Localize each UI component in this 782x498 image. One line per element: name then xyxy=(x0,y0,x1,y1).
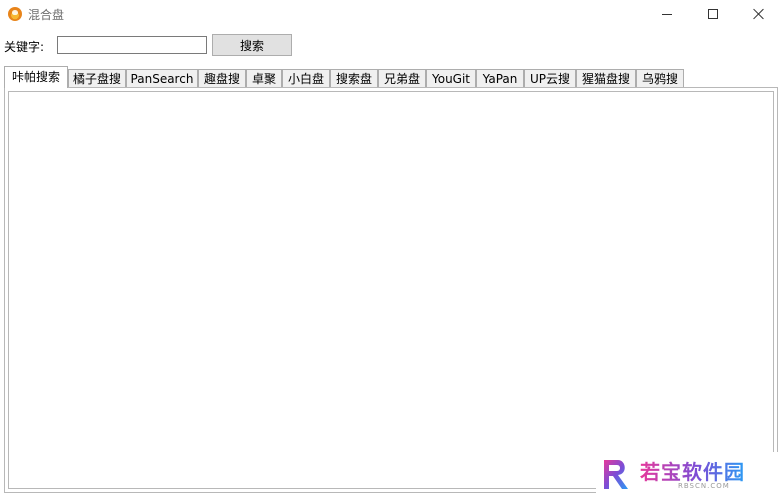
minimize-button[interactable] xyxy=(644,0,690,28)
app-logo-icon xyxy=(8,7,22,21)
tab-zhuoju[interactable]: 卓聚 xyxy=(246,69,282,88)
tab-yapan[interactable]: YaPan xyxy=(476,69,524,88)
tab-yougit[interactable]: YouGit xyxy=(426,69,476,88)
close-icon xyxy=(753,8,765,20)
close-button[interactable] xyxy=(736,0,782,28)
tab-wuya-sou[interactable]: 乌鸦搜 xyxy=(636,69,684,88)
watermark-subtext: RBSCN.COM xyxy=(678,482,730,490)
tab-content-panel xyxy=(4,87,778,493)
keyword-input[interactable] xyxy=(57,36,207,54)
tab-xiaobai-pan[interactable]: 小白盘 xyxy=(282,69,330,88)
tab-pansearch[interactable]: PanSearch xyxy=(126,69,198,88)
keyword-label: 关键字: xyxy=(4,40,45,54)
results-area[interactable] xyxy=(8,91,774,489)
tab-up-yunsou[interactable]: UP云搜 xyxy=(524,69,576,88)
tab-sousuo-pan[interactable]: 搜索盘 xyxy=(330,69,378,88)
tab-xiongdi-pan[interactable]: 兄弟盘 xyxy=(378,69,426,88)
minimize-icon xyxy=(662,13,672,15)
maximize-icon xyxy=(708,9,718,19)
watermark-text: 若宝软件园 xyxy=(640,456,745,485)
tab-qu-pansou[interactable]: 趣盘搜 xyxy=(198,69,246,88)
maximize-button[interactable] xyxy=(690,0,736,28)
watermark: 若宝软件园 RBSCN.COM xyxy=(596,452,782,498)
watermark-logo-icon xyxy=(604,460,628,489)
tab-juzi-pansou[interactable]: 橘子盘搜 xyxy=(68,69,126,88)
tab-xingmao-pansou[interactable]: 猩猫盘搜 xyxy=(576,69,636,88)
search-button[interactable]: 搜索 xyxy=(212,34,292,56)
window-title: 混合盘 xyxy=(28,8,65,22)
tab-kapa-search[interactable]: 咔帕搜索 xyxy=(4,66,68,88)
title-bar[interactable]: 混合盘 xyxy=(0,0,782,28)
